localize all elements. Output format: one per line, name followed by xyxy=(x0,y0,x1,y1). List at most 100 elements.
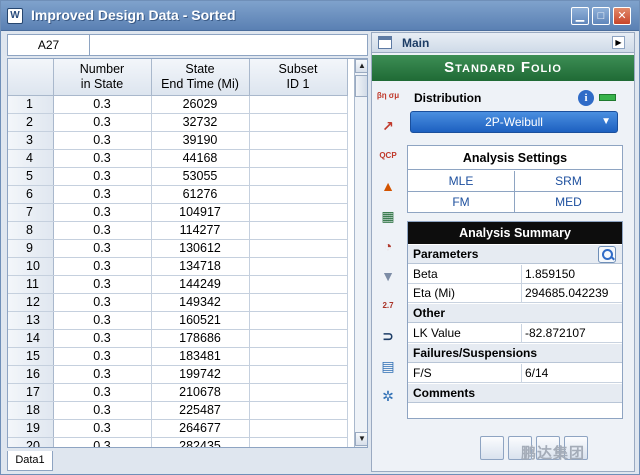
subset-id-cell[interactable] xyxy=(249,221,348,240)
number-in-state-cell[interactable]: 0.3 xyxy=(53,437,152,447)
number-in-state-cell[interactable]: 0.3 xyxy=(53,131,152,150)
table-row[interactable]: 7 0.3 104917 xyxy=(8,203,348,222)
table-row[interactable]: 10 0.3 134718 xyxy=(8,257,348,276)
setting-mle-button[interactable]: MLE xyxy=(408,171,515,192)
setting-srm-button[interactable]: SRM xyxy=(515,171,622,192)
number-in-state-cell[interactable]: 0.3 xyxy=(53,185,152,204)
state-end-time-cell[interactable]: 183481 xyxy=(151,347,250,366)
row-header[interactable]: 16 xyxy=(8,365,54,384)
table-row[interactable]: 5 0.3 53055 xyxy=(8,167,348,186)
subset-id-cell[interactable] xyxy=(249,401,348,420)
subset-id-cell[interactable] xyxy=(249,167,348,186)
number-in-state-cell[interactable]: 0.3 xyxy=(53,167,152,186)
table-row[interactable]: 4 0.3 44168 xyxy=(8,149,348,168)
row-header[interactable]: 15 xyxy=(8,347,54,366)
state-end-time-cell[interactable]: 130612 xyxy=(151,239,250,258)
number-in-state-cell[interactable]: 0.3 xyxy=(53,203,152,222)
number-in-state-cell[interactable]: 0.3 xyxy=(53,347,152,366)
row-header[interactable]: 9 xyxy=(8,239,54,258)
state-end-time-cell[interactable]: 32732 xyxy=(151,113,250,132)
scrollbar-thumb[interactable] xyxy=(355,75,367,97)
number-in-state-cell[interactable]: 0.3 xyxy=(53,419,152,438)
state-end-time-cell[interactable]: 144249 xyxy=(151,275,250,294)
subset-id-cell[interactable] xyxy=(249,419,348,438)
row-header[interactable]: 1 xyxy=(8,95,54,114)
state-end-time-cell[interactable]: 61276 xyxy=(151,185,250,204)
row-header[interactable]: 3 xyxy=(8,131,54,150)
maximize-button[interactable]: □ xyxy=(592,7,610,25)
row-header[interactable]: 7 xyxy=(8,203,54,222)
state-end-time-cell[interactable]: 210678 xyxy=(151,383,250,402)
number-in-state-cell[interactable]: 0.3 xyxy=(53,149,152,168)
number-in-state-cell[interactable]: 0.3 xyxy=(53,221,152,240)
subset-id-cell[interactable] xyxy=(249,239,348,258)
subset-id-cell[interactable] xyxy=(249,149,348,168)
subset-id-cell[interactable] xyxy=(249,275,348,294)
number-in-state-cell[interactable]: 0.3 xyxy=(53,113,152,132)
row-header[interactable]: 12 xyxy=(8,293,54,312)
search-icon[interactable] xyxy=(598,246,616,263)
subset-id-cell[interactable] xyxy=(249,365,348,384)
number-in-state-cell[interactable]: 0.3 xyxy=(53,401,152,420)
column-header-state-end-time[interactable]: State End Time (Mi) xyxy=(151,59,250,96)
transfer-icon[interactable]: ⊃ xyxy=(376,325,400,349)
state-end-time-cell[interactable]: 114277 xyxy=(151,221,250,240)
info-icon[interactable]: i xyxy=(578,90,594,106)
state-end-time-cell[interactable]: 178686 xyxy=(151,329,250,348)
table-row[interactable]: 8 0.3 114277 xyxy=(8,221,348,240)
distribution-dropdown[interactable]: 2P-Weibull ▼ xyxy=(410,111,618,133)
scroll-down-arrow-icon[interactable]: ▼ xyxy=(355,432,367,446)
subset-id-cell[interactable] xyxy=(249,383,348,402)
subset-id-cell[interactable] xyxy=(249,437,348,447)
table-row[interactable]: 3 0.3 39190 xyxy=(8,131,348,150)
subset-id-cell[interactable] xyxy=(249,293,348,312)
row-header[interactable]: 4 xyxy=(8,149,54,168)
setting-fm-button[interactable]: FM xyxy=(408,192,515,213)
row-header[interactable]: 13 xyxy=(8,311,54,330)
table-row[interactable]: 1 0.3 26029 xyxy=(8,95,348,114)
state-end-time-cell[interactable]: 104917 xyxy=(151,203,250,222)
row-header[interactable]: 2 xyxy=(8,113,54,132)
report-icon[interactable]: ▤ xyxy=(376,355,400,379)
state-end-time-cell[interactable]: 44168 xyxy=(151,149,250,168)
row-header[interactable]: 11 xyxy=(8,275,54,294)
close-button[interactable]: ✕ xyxy=(613,7,631,25)
state-end-time-cell[interactable]: 26029 xyxy=(151,95,250,114)
setting-med-button[interactable]: MED xyxy=(515,192,622,213)
row-header[interactable]: 8 xyxy=(8,221,54,240)
number-in-state-cell[interactable]: 0.3 xyxy=(53,257,152,276)
state-end-time-cell[interactable]: 225487 xyxy=(151,401,250,420)
subset-id-cell[interactable] xyxy=(249,131,348,150)
grid-icon[interactable]: ▦ xyxy=(376,205,400,229)
vertical-scrollbar[interactable]: ▲ ▼ xyxy=(354,59,367,447)
cell-value-input[interactable] xyxy=(94,36,364,54)
cell-reference-box[interactable]: A27 xyxy=(8,35,90,55)
state-end-time-cell[interactable]: 199742 xyxy=(151,365,250,384)
row-header[interactable]: 6 xyxy=(8,185,54,204)
wizard-icon[interactable]: ✲ xyxy=(376,385,400,409)
table-row[interactable]: 19 0.3 264677 xyxy=(8,419,348,438)
row-header[interactable]: 14 xyxy=(8,329,54,348)
subset-id-cell[interactable] xyxy=(249,113,348,132)
table-row[interactable]: 18 0.3 225487 xyxy=(8,401,348,420)
table-row[interactable]: 15 0.3 183481 xyxy=(8,347,348,366)
number-in-state-cell[interactable]: 0.3 xyxy=(53,275,152,294)
row-header[interactable]: 5 xyxy=(8,167,54,186)
calculator-icon[interactable]: 2.7 xyxy=(376,295,400,319)
state-end-time-cell[interactable]: 282435 xyxy=(151,437,250,447)
scroll-up-arrow-icon[interactable]: ▲ xyxy=(355,59,367,73)
filter-icon[interactable]: ▼ xyxy=(376,265,400,289)
column-header-number-in-state[interactable]: Number in State xyxy=(53,59,152,96)
sheet-tab-data1[interactable]: Data1 xyxy=(7,451,53,471)
number-in-state-cell[interactable]: 0.3 xyxy=(53,329,152,348)
qcp-icon[interactable]: QCP xyxy=(376,145,400,169)
state-end-time-cell[interactable]: 134718 xyxy=(151,257,250,276)
table-row[interactable]: 20 0.3 282435 xyxy=(8,437,348,447)
subset-id-cell[interactable] xyxy=(249,347,348,366)
column-header-subset-id[interactable]: Subset ID 1 xyxy=(249,59,348,96)
gauge-icon[interactable]: ◔ xyxy=(376,235,400,259)
number-in-state-cell[interactable]: 0.3 xyxy=(53,239,152,258)
row-header[interactable]: 10 xyxy=(8,257,54,276)
row-header[interactable]: 20 xyxy=(8,437,54,447)
subset-id-cell[interactable] xyxy=(249,311,348,330)
